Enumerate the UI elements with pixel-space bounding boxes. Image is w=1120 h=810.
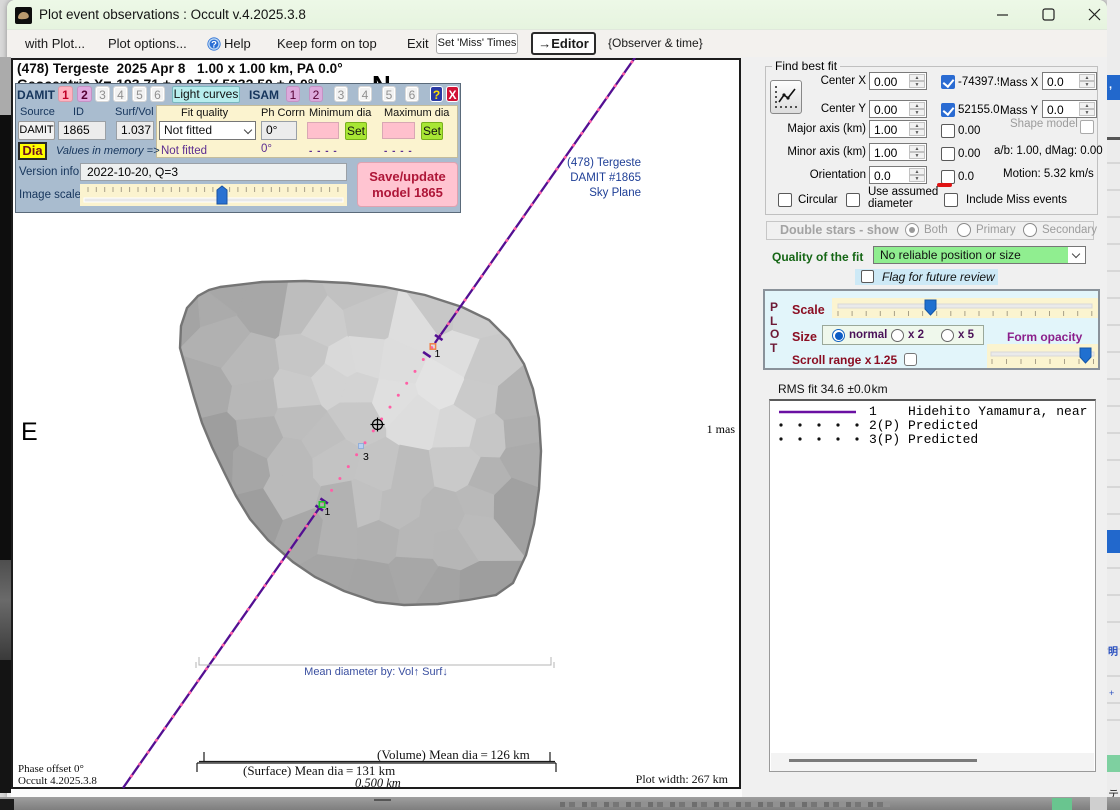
svg-text:?: ? bbox=[211, 40, 217, 51]
svg-text:1: 1 bbox=[435, 348, 441, 360]
svg-text:1: 1 bbox=[325, 506, 331, 518]
svg-text:3: 3 bbox=[363, 451, 369, 463]
